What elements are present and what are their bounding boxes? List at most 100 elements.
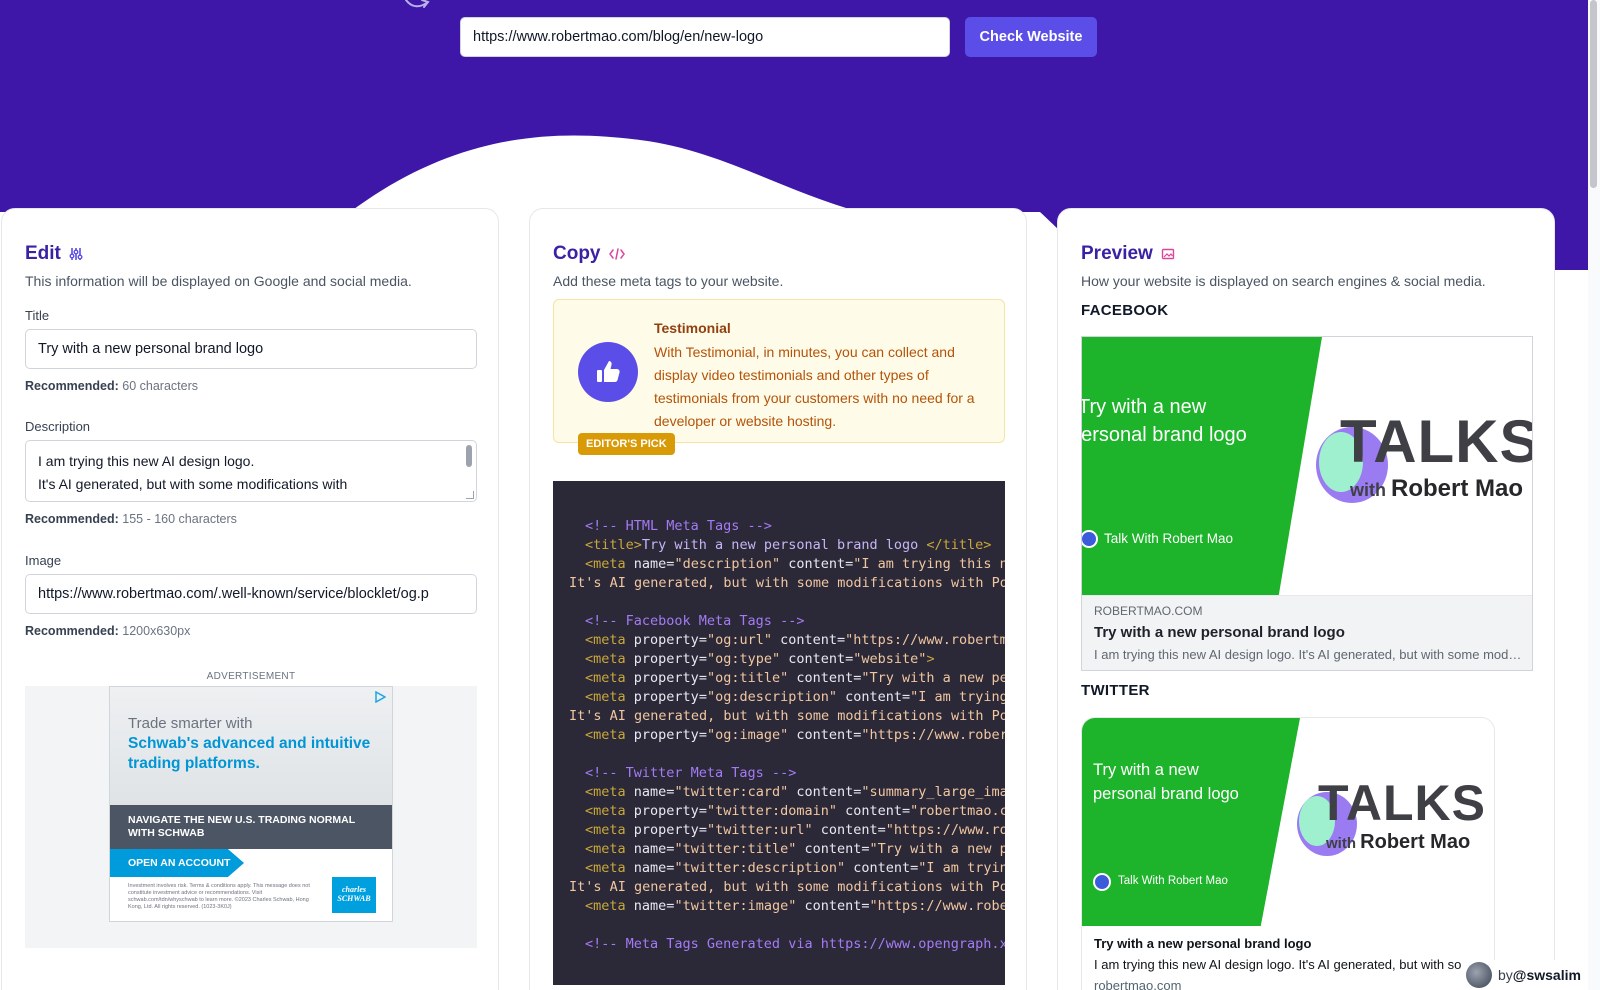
description-textarea[interactable]: I am trying this new AI design logo. It'… [25, 440, 477, 502]
ad-headline-area: Trade smarter with Schwab's advanced and… [110, 687, 392, 805]
advertisement-area: Trade smarter with Schwab's advanced and… [25, 686, 477, 948]
byline-text: by@swsalim [1498, 967, 1581, 983]
resize-handle[interactable] [466, 491, 474, 499]
check-website-button[interactable]: Check Website [965, 17, 1097, 57]
code-line: <!-- Twitter Meta Tags --> [585, 765, 797, 781]
twitter-domain: robertmao.com [1094, 978, 1182, 990]
ad-headline-line2: Schwab's advanced and intuitive trading … [128, 735, 371, 772]
code-line: <meta property="og:title" content="Try w… [585, 670, 1005, 686]
textarea-scrollbar[interactable] [466, 445, 472, 467]
code-line: <meta name="twitter:title" content="Try … [585, 841, 1005, 857]
sliders-icon [69, 248, 83, 260]
facebook-label: FACEBOOK [1081, 302, 1169, 319]
preview-subtitle: How your website is displayed on search … [1081, 273, 1486, 289]
twitter-title: Try with a new personal brand logo [1094, 936, 1312, 951]
meta-tags-code-block[interactable]: <!-- HTML Meta Tags --> <title>Try with a… [553, 481, 1005, 985]
og-title-text: Try with a new personal brand logo [1082, 396, 1247, 446]
twitter-label: TWITTER [1081, 682, 1150, 699]
edit-subtitle: This information will be displayed on Go… [25, 273, 412, 289]
talks-logo-text: TALKS [1318, 775, 1486, 831]
ad-choices-icon[interactable] [374, 691, 386, 703]
advertisement-banner[interactable]: Trade smarter with Schwab's advanced and… [109, 686, 393, 922]
open-account-button[interactable]: OPEN AN ACCOUNT [110, 849, 244, 877]
talks-logo-subtitle: with Robert Mao [1350, 475, 1524, 502]
facebook-meta-area: ROBERTMAO.COM Try with a new personal br… [1082, 595, 1532, 670]
title-label: Title [25, 308, 50, 323]
talks-logo-subtitle: with Robert Mao [1326, 831, 1471, 853]
image-icon [1161, 248, 1175, 260]
twitter-preview-card: Try with a new personal brand logo Talk … [1081, 717, 1495, 990]
talks-logo-text: TALKS [1340, 408, 1533, 475]
edit-heading: Edit [25, 243, 83, 265]
testimonial-text: With Testimonial, in minutes, you can co… [654, 344, 975, 429]
arrow-icon [405, 0, 430, 8]
twitter-description: I am trying this new AI design logo. It'… [1094, 957, 1484, 972]
code-line: <!-- Meta Tags Generated via https://www… [585, 936, 1005, 952]
code-line: <meta property="og:type" content="websit… [585, 651, 935, 667]
testimonial-card[interactable]: Testimonial With Testimonial, in minutes… [553, 299, 1005, 455]
facebook-domain: ROBERTMAO.COM [1094, 604, 1203, 618]
preview-title: Preview [1081, 243, 1153, 264]
preview-heading: Preview [1081, 243, 1175, 265]
code-line: <meta property="og:image" content="https… [585, 727, 1005, 743]
description-label: Description [25, 419, 91, 434]
green-banner [1082, 718, 1300, 926]
image-url-input[interactable]: https://www.robertmao.com/.well-known/se… [25, 574, 477, 614]
ad-fine-print: Investment involves risk. Terms & condit… [128, 883, 310, 910]
code-line: <!-- Facebook Meta Tags --> [585, 613, 805, 629]
facebook-description: I am trying this new AI design logo. It'… [1094, 647, 1522, 662]
page-scrollbar[interactable] [1588, 0, 1600, 990]
description-line: It's AI generated, but with some modific… [38, 476, 348, 492]
description-line: I am trying this new AI design logo. [38, 453, 255, 469]
ad-headline-line1: Trade smarter with [128, 715, 253, 732]
preview-panel: Preview How your website is displayed on… [1057, 208, 1555, 990]
code-line: It's AI generated, but with some modific… [569, 575, 1005, 591]
code-line: <meta name="twitter:image" content="http… [585, 898, 1005, 914]
copy-heading: Copy [553, 243, 625, 265]
description-recommendation: Recommended: 155 - 160 characters [25, 512, 237, 526]
editors-pick-badge: EDITOR'S PICK [578, 433, 675, 455]
og-handle-text: Talk With Robert Mao [1104, 531, 1234, 546]
title-input[interactable]: Try with a new personal brand logo [25, 329, 477, 369]
advertisement-label: ADVERTISEMENT [206, 671, 296, 682]
edit-panel: Edit This information will be displayed … [1, 208, 499, 990]
twitter-og-image: Try with a new personal brand logo Talk … [1082, 718, 1494, 926]
og-title-text: Try with a new personal brand logo [1093, 761, 1239, 803]
facebook-preview-card: Try with a new personal brand logo Talk … [1081, 336, 1533, 671]
code-line: <title>Try with a new personal brand log… [585, 537, 992, 553]
image-recommendation: Recommended: 1200x630px [25, 624, 191, 638]
copy-panel: Copy Add these meta tags to your website… [529, 208, 1027, 990]
code-line: <meta name="twitter:card" content="summa… [585, 784, 1005, 800]
facebook-title: Try with a new personal brand logo [1094, 624, 1345, 641]
code-line: It's AI generated, but with some modific… [569, 879, 1005, 895]
title-recommendation: Recommended: 60 characters [25, 379, 198, 393]
ad-band-text: NAVIGATE THE NEW U.S. TRADING NORMAL WIT… [110, 805, 392, 849]
copy-subtitle: Add these meta tags to your website. [553, 273, 784, 289]
twitter-meta-area: Try with a new personal brand logo I am … [1082, 926, 1494, 990]
og-handle-text: Talk With Robert Mao [1118, 875, 1228, 887]
code-line: <!-- HTML Meta Tags --> [585, 518, 772, 534]
edit-title: Edit [25, 243, 61, 264]
code-line: <meta name="twitter:description" content… [585, 860, 1005, 876]
code-line: It's AI generated, but with some modific… [569, 708, 1005, 724]
schwab-logo: charles SCHWAB [332, 877, 376, 913]
code-line: <meta name="description" content="I am t… [585, 556, 1005, 572]
author-byline[interactable]: by@swsalim [1462, 960, 1600, 990]
website-url-input[interactable] [460, 17, 950, 57]
handle-avatar [1093, 873, 1111, 891]
green-banner [1082, 337, 1322, 595]
thumbs-up-icon [578, 342, 638, 402]
testimonial-title: Testimonial [654, 320, 731, 336]
code-line: <meta property="twitter:url" content="ht… [585, 822, 1005, 838]
image-label: Image [25, 553, 62, 568]
avatar [1466, 962, 1492, 988]
code-line: <meta property="twitter:domain" content=… [585, 803, 1005, 819]
facebook-og-image: Try with a new personal brand logo Talk … [1082, 337, 1533, 595]
copy-title: Copy [553, 243, 601, 264]
code-icon [608, 248, 625, 260]
code-line: <meta property="og:url" content="https:/… [585, 632, 1005, 648]
scrollbar-thumb[interactable] [1590, 0, 1597, 188]
